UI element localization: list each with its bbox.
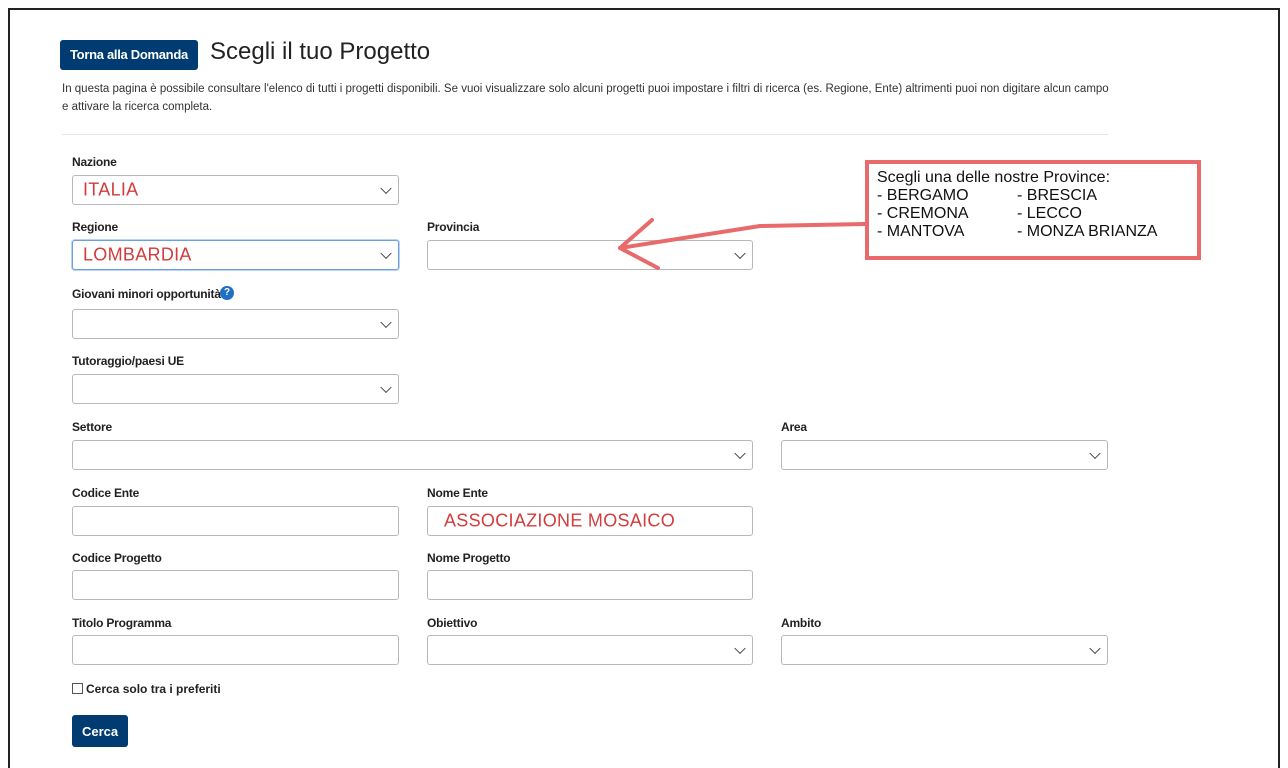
annotation-arrow-icon	[618, 218, 867, 270]
obiettivo-label: Obiettivo	[427, 616, 478, 630]
province-item: - CREMONA	[877, 205, 969, 222]
codice-ente-input[interactable]	[72, 506, 399, 536]
chevron-down-icon	[1089, 447, 1101, 460]
chevron-down-icon	[734, 447, 746, 460]
annotation-row: - BERGAMO - BRESCIA	[877, 187, 1189, 205]
regione-value: LOMBARDIA	[83, 244, 192, 265]
province-item: - LECCO	[1017, 205, 1082, 222]
giovani-select[interactable]	[72, 309, 399, 339]
titolo-programma-label: Titolo Programma	[72, 616, 172, 630]
obiettivo-select[interactable]	[427, 635, 753, 665]
intro-text: In questa pagina è possibile consultare …	[62, 83, 1109, 113]
chevron-down-icon	[380, 182, 392, 195]
nazione-label: Nazione	[72, 155, 117, 169]
nome-progetto-label: Nome Progetto	[427, 551, 511, 565]
regione-label: Regione	[72, 220, 118, 234]
regione-select[interactable]: LOMBARDIA	[72, 240, 399, 270]
codice-progetto-label: Codice Progetto	[72, 551, 162, 565]
tutoraggio-select[interactable]	[72, 374, 399, 404]
nazione-value: ITALIA	[83, 179, 139, 200]
province-item: - BRESCIA	[1017, 187, 1098, 204]
chevron-down-icon	[734, 642, 746, 655]
chevron-down-icon	[380, 381, 392, 394]
page-title: Scegli il tuo Progetto	[210, 38, 431, 65]
nome-ente-input[interactable]: ASSOCIAZIONE MOSAICO	[427, 506, 753, 536]
area-select[interactable]	[781, 440, 1108, 470]
annotation-row: - CREMONA - LECCO	[877, 205, 1189, 223]
titolo-programma-input[interactable]	[72, 635, 399, 665]
tutoraggio-label: Tutoraggio/paesi UE	[72, 354, 184, 368]
nazione-select[interactable]: ITALIA	[72, 175, 399, 205]
giovani-label: Giovani minori opportunità	[72, 287, 221, 301]
provincia-label: Provincia	[427, 220, 480, 234]
province-item: - MONZA BRIANZA	[1017, 223, 1158, 240]
search-button[interactable]: Cerca	[72, 715, 129, 747]
settore-label: Settore	[72, 420, 112, 434]
help-icon[interactable]: ?	[220, 286, 234, 300]
province-annotation: Scegli una delle nostre Province: - BERG…	[865, 160, 1201, 260]
codice-progetto-input[interactable]	[72, 570, 399, 600]
chevron-down-icon	[380, 316, 392, 329]
ambito-select[interactable]	[781, 635, 1108, 665]
chevron-down-icon	[380, 247, 392, 260]
favorites-only-label: Cerca solo tra i preferiti	[86, 682, 221, 696]
favorites-only-checkbox[interactable]: Cerca solo tra i preferiti	[72, 682, 221, 696]
nome-progetto-input[interactable]	[427, 570, 753, 600]
settore-select[interactable]	[72, 440, 753, 470]
divider	[62, 134, 1108, 135]
province-item: - MANTOVA	[877, 223, 965, 240]
annotation-row: - MANTOVA - MONZA BRIANZA	[877, 223, 1189, 241]
annotation-title: Scegli una delle nostre Province:	[877, 169, 1111, 186]
nome-ente-value: ASSOCIAZIONE MOSAICO	[444, 510, 676, 531]
chevron-down-icon	[1089, 642, 1101, 655]
back-to-application-button[interactable]: Torna alla Domanda	[60, 40, 198, 70]
checkbox-box[interactable]	[72, 683, 83, 694]
nome-ente-label: Nome Ente	[427, 486, 488, 500]
codice-ente-label: Codice Ente	[72, 486, 140, 500]
area-label: Area	[781, 420, 807, 434]
ambito-label: Ambito	[781, 616, 822, 630]
province-item: - BERGAMO	[877, 187, 969, 204]
